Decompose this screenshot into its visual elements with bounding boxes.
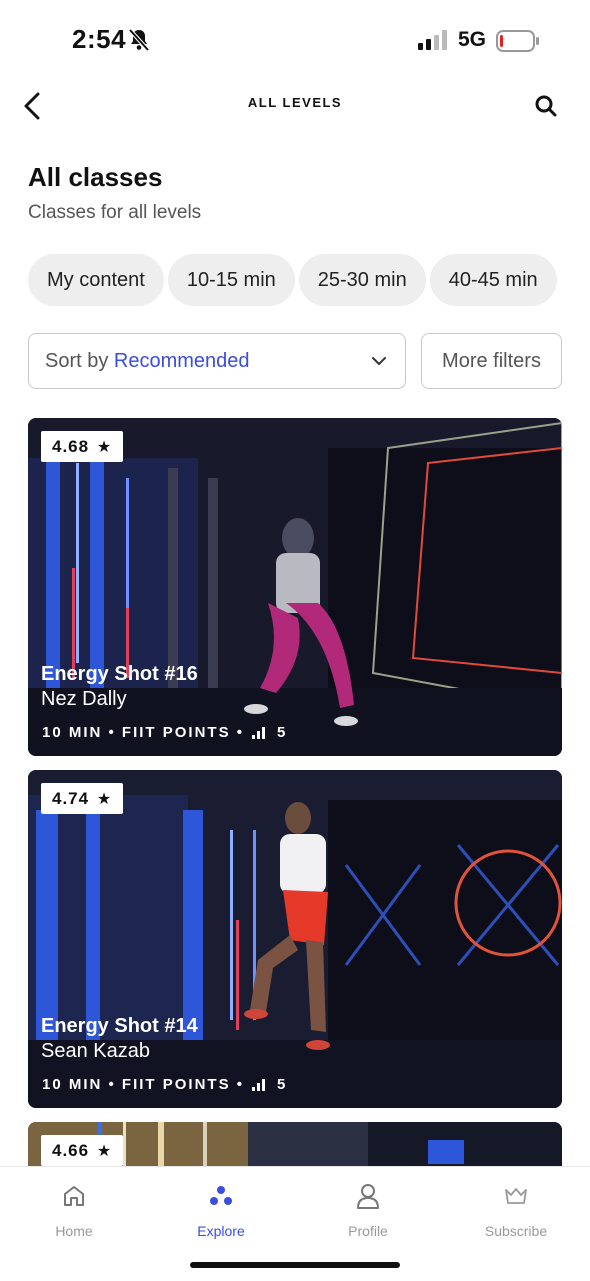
search-icon bbox=[535, 95, 557, 117]
chip-my-content[interactable]: My content bbox=[28, 254, 164, 306]
class-meta: 10 MIN • FIIT POINTS • 5 bbox=[42, 724, 287, 741]
class-card[interactable]: 4.74 ★ Energy Shot #14 Sean Kazab 10 MIN… bbox=[28, 770, 562, 1108]
tab-profile[interactable]: Profile bbox=[308, 1181, 428, 1239]
chip-40-45-min[interactable]: 40-45 min bbox=[429, 254, 557, 306]
battery-icon bbox=[496, 30, 540, 57]
network-type: 5G bbox=[458, 28, 487, 51]
star-icon: ★ bbox=[96, 791, 113, 808]
sort-prefix: Sort by bbox=[45, 350, 109, 372]
class-title: Energy Shot #14 bbox=[41, 1015, 198, 1037]
nav-title: ALL LEVELS bbox=[247, 95, 343, 110]
chip-25-30-min[interactable]: 25-30 min bbox=[298, 254, 426, 306]
star-icon: ★ bbox=[96, 1143, 113, 1160]
tab-explore[interactable]: Explore bbox=[161, 1181, 281, 1239]
class-instructor: Sean Kazab bbox=[41, 1040, 150, 1062]
class-level: 5 bbox=[277, 724, 288, 741]
rating-badge: 4.74 ★ bbox=[41, 783, 124, 814]
class-level: 5 bbox=[277, 1076, 288, 1093]
class-meta: 10 MIN • FIIT POINTS • 5 bbox=[42, 1076, 287, 1093]
status-time: 2:54 bbox=[72, 24, 127, 54]
more-filters-button[interactable]: More filters bbox=[421, 333, 562, 389]
tab-subscribe[interactable]: Subscribe bbox=[456, 1181, 576, 1239]
rating-value: 4.74 bbox=[52, 789, 90, 808]
profile-icon bbox=[308, 1181, 428, 1211]
level-bars-icon bbox=[252, 726, 266, 739]
home-indicator bbox=[190, 1262, 400, 1268]
class-title: Energy Shot #16 bbox=[41, 663, 198, 685]
sort-dropdown[interactable]: Sort by Recommended bbox=[28, 333, 406, 389]
class-card[interactable]: 4.68 ★ Energy Shot #16 Nez Dally 10 MIN … bbox=[28, 418, 562, 756]
star-icon: ★ bbox=[96, 439, 113, 456]
bell-muted-icon bbox=[128, 28, 150, 57]
search-button[interactable] bbox=[528, 88, 564, 124]
chip-10-15-min[interactable]: 10-15 min bbox=[167, 254, 295, 306]
rating-badge: 4.68 ★ bbox=[41, 431, 124, 462]
tab-label: Subscribe bbox=[484, 1223, 548, 1239]
duration-chips: My content 10-15 min 25-30 min 40-45 min bbox=[28, 254, 562, 306]
crown-icon bbox=[456, 1181, 576, 1211]
sort-label: Sort by Recommended bbox=[45, 350, 250, 373]
class-meta-text: 10 MIN • FIIT POINTS • bbox=[42, 1076, 245, 1093]
class-instructor: Nez Dally bbox=[41, 688, 127, 710]
level-bars-icon bbox=[252, 1078, 266, 1091]
sort-value: Recommended bbox=[113, 350, 250, 372]
page-title: All classes bbox=[28, 162, 163, 192]
tab-label: Home bbox=[55, 1223, 93, 1239]
nav-bar: ALL LEVELS bbox=[0, 80, 590, 130]
status-bar: 2:54 5G bbox=[0, 0, 590, 80]
rating-value: 4.66 bbox=[52, 1141, 90, 1160]
rating-badge: 4.66 ★ bbox=[41, 1135, 124, 1166]
signal-icon bbox=[418, 30, 450, 55]
class-meta-text: 10 MIN • FIIT POINTS • bbox=[42, 724, 245, 741]
tab-label: Explore bbox=[197, 1223, 245, 1239]
page-subtitle: Classes for all levels bbox=[28, 202, 202, 223]
rating-value: 4.68 bbox=[52, 437, 90, 456]
tab-label: Profile bbox=[348, 1223, 388, 1239]
tab-home[interactable]: Home bbox=[14, 1181, 134, 1239]
chevron-down-icon bbox=[371, 354, 387, 372]
explore-icon bbox=[161, 1181, 281, 1211]
home-icon bbox=[14, 1181, 134, 1211]
